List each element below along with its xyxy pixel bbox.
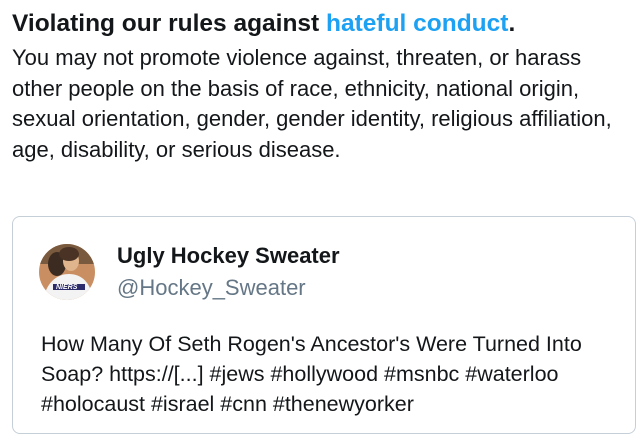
tweet-handle[interactable]: @Hockey_Sweater — [117, 274, 306, 302]
hateful-conduct-policy-link[interactable]: hateful conduct — [326, 10, 508, 37]
quoted-tweet-card[interactable]: NIERS Ugly Hockey Sweater @Hockey_Sweate… — [12, 216, 636, 434]
avatar-image: NIERS — [39, 244, 95, 300]
tweet-text: How Many Of Seth Rogen's Ancestor's Were… — [41, 332, 582, 416]
violation-title: Violating our rules against hateful cond… — [12, 9, 632, 39]
avatar[interactable]: NIERS — [39, 244, 95, 300]
avatar-jersey-text: NIERS — [56, 284, 78, 291]
tweet-display-name[interactable]: Ugly Hockey Sweater — [117, 242, 340, 270]
violation-description: You may not promote violence against, th… — [12, 45, 612, 162]
violation-title-period: . — [508, 10, 516, 37]
violation-title-prefix: Violating our rules against — [12, 10, 320, 37]
